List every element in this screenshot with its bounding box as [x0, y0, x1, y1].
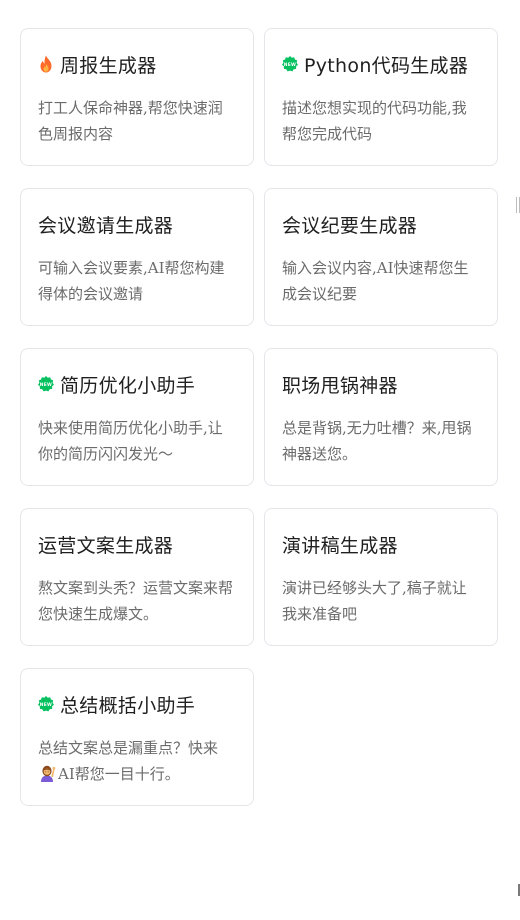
- card-description: 输入会议内容,AI快速帮您生成会议纪要: [282, 259, 469, 303]
- new-badge-icon: NEW: [38, 696, 54, 712]
- card-meeting-invitation[interactable]: 会议邀请生成器 可输入会议要素,AI帮您构建得体的会议邀请: [20, 188, 254, 326]
- card-description: 快来使用简历优化小助手,让你的简历闪闪发光～: [38, 419, 223, 463]
- card-weekly-report[interactable]: 周报生成器 打工人保命神器,帮您快速润色周报内容: [20, 28, 254, 166]
- card-blame-shifter[interactable]: 职场甩锅神器 总是背锅,无力吐槽？来,甩锅神器送您。: [264, 348, 498, 486]
- tool-card-grid: 周报生成器 打工人保命神器,帮您快速润色周报内容 NEW Python代码生成器…: [20, 28, 498, 806]
- card-title: 周报生成器: [60, 54, 157, 77]
- card-speech-writer[interactable]: 演讲稿生成器 演讲已经够头大了,稿子就让我来准备吧: [264, 508, 498, 646]
- card-title: 职场甩锅神器: [282, 374, 398, 397]
- new-badge-icon: NEW: [282, 56, 298, 72]
- new-badge-icon: NEW: [38, 376, 54, 392]
- card-title: 总结概括小助手: [60, 694, 196, 717]
- card-title-row: 周报生成器: [38, 50, 237, 78]
- card-description: 打工人保命神器,帮您快速润色周报内容: [38, 99, 223, 143]
- card-description: 熬文案到头秃？运营文案来帮您快速生成爆文。: [38, 579, 234, 623]
- card-title-row: 会议邀请生成器: [38, 210, 237, 238]
- card-description: 总结文案总是漏重点？快来 AI帮您一目十行。: [38, 735, 237, 787]
- card-title-row: NEW 总结概括小助手: [38, 690, 237, 718]
- card-title: 会议纪要生成器: [282, 214, 418, 237]
- card-summary-assistant[interactable]: NEW 总结概括小助手 总结文案总是漏重点？快来 AI帮您一目十行。: [20, 668, 254, 806]
- card-title: Python代码生成器: [304, 54, 469, 77]
- svg-text:NEW: NEW: [40, 382, 52, 388]
- fire-icon: [38, 55, 54, 73]
- card-title-row: NEW Python代码生成器: [282, 50, 481, 78]
- card-ops-copywriting[interactable]: 运营文案生成器 熬文案到头秃？运营文案来帮您快速生成爆文。: [20, 508, 254, 646]
- card-title: 简历优化小助手: [60, 374, 196, 397]
- svg-text:NEW: NEW: [40, 702, 52, 708]
- svg-text:NEW: NEW: [284, 62, 296, 68]
- card-meeting-minutes[interactable]: 会议纪要生成器 输入会议内容,AI快速帮您生成会议纪要: [264, 188, 498, 326]
- card-description: 演讲已经够头大了,稿子就让我来准备吧: [282, 579, 467, 623]
- card-python-code[interactable]: NEW Python代码生成器 描述您想实现的代码功能,我帮您完成代码: [264, 28, 498, 166]
- card-title-row: 演讲稿生成器: [282, 530, 481, 558]
- card-description: 总是背锅,无力吐槽？来,甩锅神器送您。: [282, 419, 472, 463]
- card-title-row: 会议纪要生成器: [282, 210, 481, 238]
- card-description-text: AI帮您一目十行。: [58, 765, 180, 783]
- card-title: 运营文案生成器: [38, 534, 174, 557]
- scrollbar-handle[interactable]: [516, 197, 520, 213]
- card-description: 描述您想实现的代码功能,我帮您完成代码: [282, 99, 467, 143]
- card-description: 可输入会议要素,AI帮您构建得体的会议邀请: [38, 259, 225, 303]
- person-raising-hand-icon: [38, 764, 56, 782]
- card-title: 演讲稿生成器: [282, 534, 398, 557]
- card-title-row: 职场甩锅神器: [282, 370, 481, 398]
- card-resume-optimizer[interactable]: NEW 简历优化小助手 快来使用简历优化小助手,让你的简历闪闪发光～: [20, 348, 254, 486]
- card-title-row: 运营文案生成器: [38, 530, 237, 558]
- card-description-text: 总结文案总是漏重点？快来: [38, 739, 219, 757]
- card-title-row: NEW 简历优化小助手: [38, 370, 237, 398]
- card-title: 会议邀请生成器: [38, 214, 174, 237]
